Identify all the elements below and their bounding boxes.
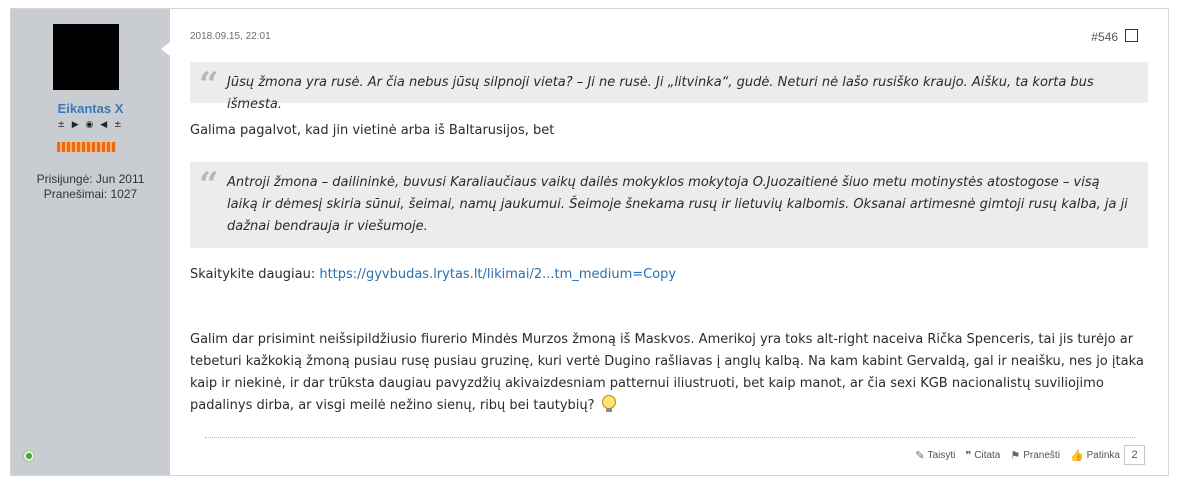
post-number-link[interactable]: #546 xyxy=(1091,30,1118,44)
avatar[interactable] xyxy=(53,24,119,90)
rank-icons: ± ▶ ◉ ◀ ± xyxy=(57,120,124,130)
quote-icon: ❞ xyxy=(965,449,972,462)
online-status-icon xyxy=(24,451,34,461)
report-label: Pranešti xyxy=(1023,449,1060,461)
quote-mark-icon: “ xyxy=(199,165,219,205)
thumbs-up-icon: 👍 xyxy=(1069,449,1084,462)
post-text: Galim dar prisimint neišsipildžiusio fiu… xyxy=(190,329,1145,417)
like-label: Patinka xyxy=(1086,449,1120,461)
post-count: Pranešimai: 1027 xyxy=(43,187,138,201)
join-date: Prisijungė: Jun 2011 xyxy=(36,172,145,186)
speech-arrow xyxy=(161,42,170,56)
like-button[interactable]: 👍 Patinka xyxy=(1070,449,1120,462)
read-more-link[interactable]: https://gyvbudas.lrytas.lt/likimai/2...t… xyxy=(319,267,676,282)
forum-post: Eikantas X ± ▶ ◉ ◀ ± Prisijungė: Jun 201… xyxy=(10,8,1169,476)
select-post-checkbox[interactable] xyxy=(1125,29,1138,42)
report-button[interactable]: ⚑ Pranešti xyxy=(1010,449,1060,462)
lightbulb-smiley-icon xyxy=(601,395,617,413)
post-content: 2018.09.15, 22:01 #546 “ Jūsų žmona yra … xyxy=(190,9,1150,475)
flag-icon: ⚑ xyxy=(1010,449,1021,462)
username-link[interactable]: Eikantas X xyxy=(11,101,170,116)
user-info: Prisijungė: Jun 2011 Pranešimai: 1027 xyxy=(11,172,170,202)
post-divider xyxy=(205,437,1135,438)
post-text-body: Galim dar prisimint neišsipildžiusio fiu… xyxy=(190,332,1144,413)
post-text: Galima pagalvot, kad jin vietinė arba iš… xyxy=(190,123,555,138)
read-more-line: Skaitykite daugiau: https://gyvbudas.lry… xyxy=(190,264,1145,286)
quote-button[interactable]: ❞ Citata xyxy=(965,449,1000,462)
read-more-label: Skaitykite daugiau: xyxy=(190,267,316,282)
quote-text: Antroji žmona – dailininkė, buvusi Karal… xyxy=(227,175,1128,234)
blockquote: “ Antroji žmona – dailininkė, buvusi Kar… xyxy=(190,162,1148,248)
user-panel: Eikantas X ± ▶ ◉ ◀ ± Prisijungė: Jun 201… xyxy=(11,9,170,475)
quote-label: Citata xyxy=(974,449,1001,461)
edit-button[interactable]: ✎ Taisyti xyxy=(915,449,955,462)
rank-bar xyxy=(57,142,116,152)
blockquote: “ Jūsų žmona yra rusė. Ar čia nebus jūsų… xyxy=(190,62,1148,112)
post-date: 2018.09.15, 22:01 xyxy=(190,31,271,42)
quote-text: Jūsų žmona yra rusė. Ar čia nebus jūsų s… xyxy=(227,75,1094,112)
pencil-icon: ✎ xyxy=(915,449,925,462)
quote-mark-icon: “ xyxy=(199,65,219,105)
edit-label: Taisyti xyxy=(927,449,956,461)
post-actions: ✎ Taisyti ❞ Citata ⚑ Pranešti 👍 Patinka … xyxy=(905,444,1145,466)
like-count-badge[interactable]: 2 xyxy=(1124,445,1145,465)
